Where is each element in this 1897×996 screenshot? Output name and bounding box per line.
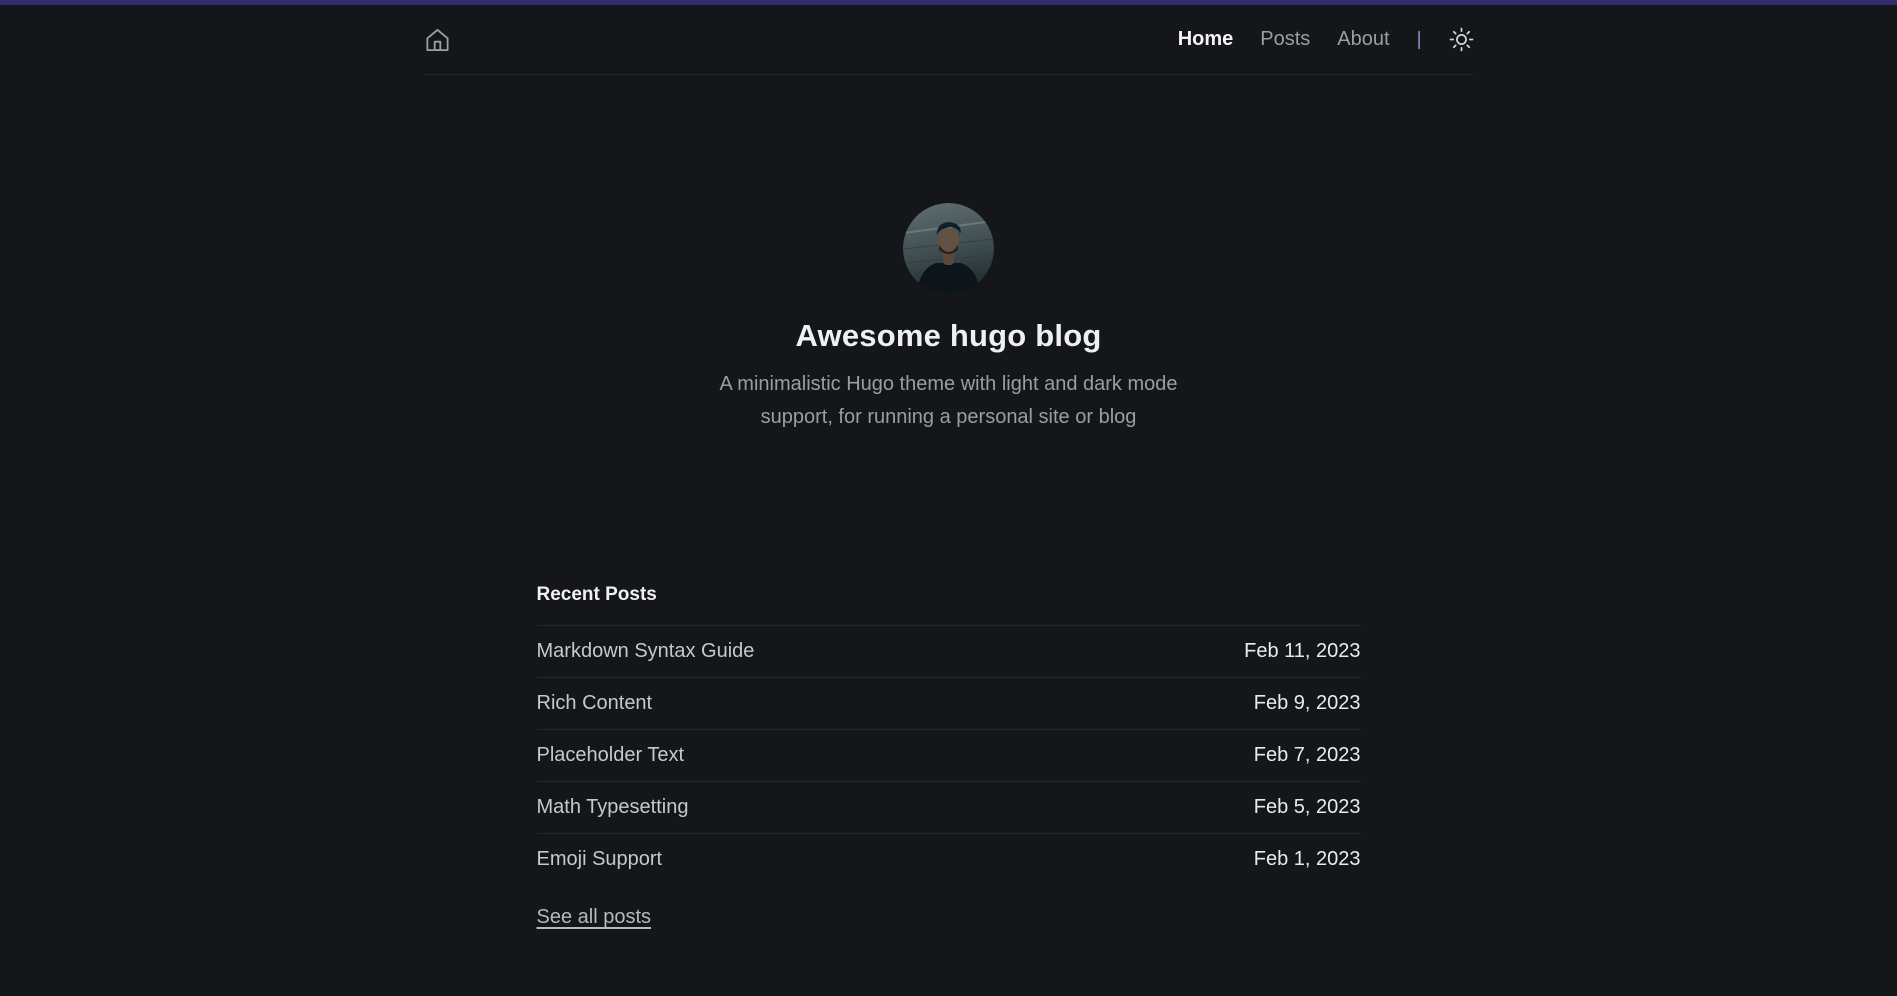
- site-header: Home Posts About |: [0, 5, 1897, 75]
- post-row: Math Typesetting Feb 5, 2023: [537, 781, 1361, 833]
- main-nav: Home Posts About |: [1178, 27, 1474, 52]
- post-row: Emoji Support Feb 1, 2023: [537, 833, 1361, 885]
- sun-icon: [1449, 27, 1474, 52]
- post-row: Placeholder Text Feb 7, 2023: [537, 729, 1361, 781]
- theme-toggle-button[interactable]: [1449, 27, 1474, 52]
- post-date: Feb 9, 2023: [1254, 692, 1361, 715]
- see-all-posts-link[interactable]: See all posts: [537, 906, 652, 929]
- hero-section: Awesome hugo blog A minimalistic Hugo th…: [0, 203, 1897, 434]
- nav-item-posts[interactable]: Posts: [1260, 28, 1310, 51]
- home-icon-link[interactable]: [424, 26, 451, 54]
- post-date: Feb 7, 2023: [1254, 744, 1361, 767]
- recent-posts-section: Recent Posts Markdown Syntax Guide Feb 1…: [537, 584, 1361, 929]
- post-date: Feb 11, 2023: [1244, 640, 1360, 663]
- avatar: [903, 203, 994, 294]
- post-link[interactable]: Emoji Support: [537, 848, 663, 871]
- site-title: Awesome hugo blog: [0, 318, 1897, 354]
- post-row: Rich Content Feb 9, 2023: [537, 677, 1361, 729]
- post-link[interactable]: Rich Content: [537, 692, 653, 715]
- post-row: Markdown Syntax Guide Feb 11, 2023: [537, 625, 1361, 677]
- post-date: Feb 5, 2023: [1254, 796, 1361, 819]
- post-date: Feb 1, 2023: [1254, 848, 1361, 871]
- recent-posts-heading: Recent Posts: [537, 584, 1361, 606]
- post-list: Markdown Syntax Guide Feb 11, 2023 Rich …: [537, 625, 1361, 885]
- nav-separator: |: [1417, 29, 1422, 51]
- home-icon: [424, 26, 451, 54]
- post-link[interactable]: Placeholder Text: [537, 744, 685, 767]
- nav-item-about[interactable]: About: [1337, 28, 1389, 51]
- site-subtitle: A minimalistic Hugo theme with light and…: [704, 368, 1194, 434]
- nav-item-home[interactable]: Home: [1178, 28, 1234, 51]
- post-link[interactable]: Markdown Syntax Guide: [537, 640, 755, 663]
- post-link[interactable]: Math Typesetting: [537, 796, 689, 819]
